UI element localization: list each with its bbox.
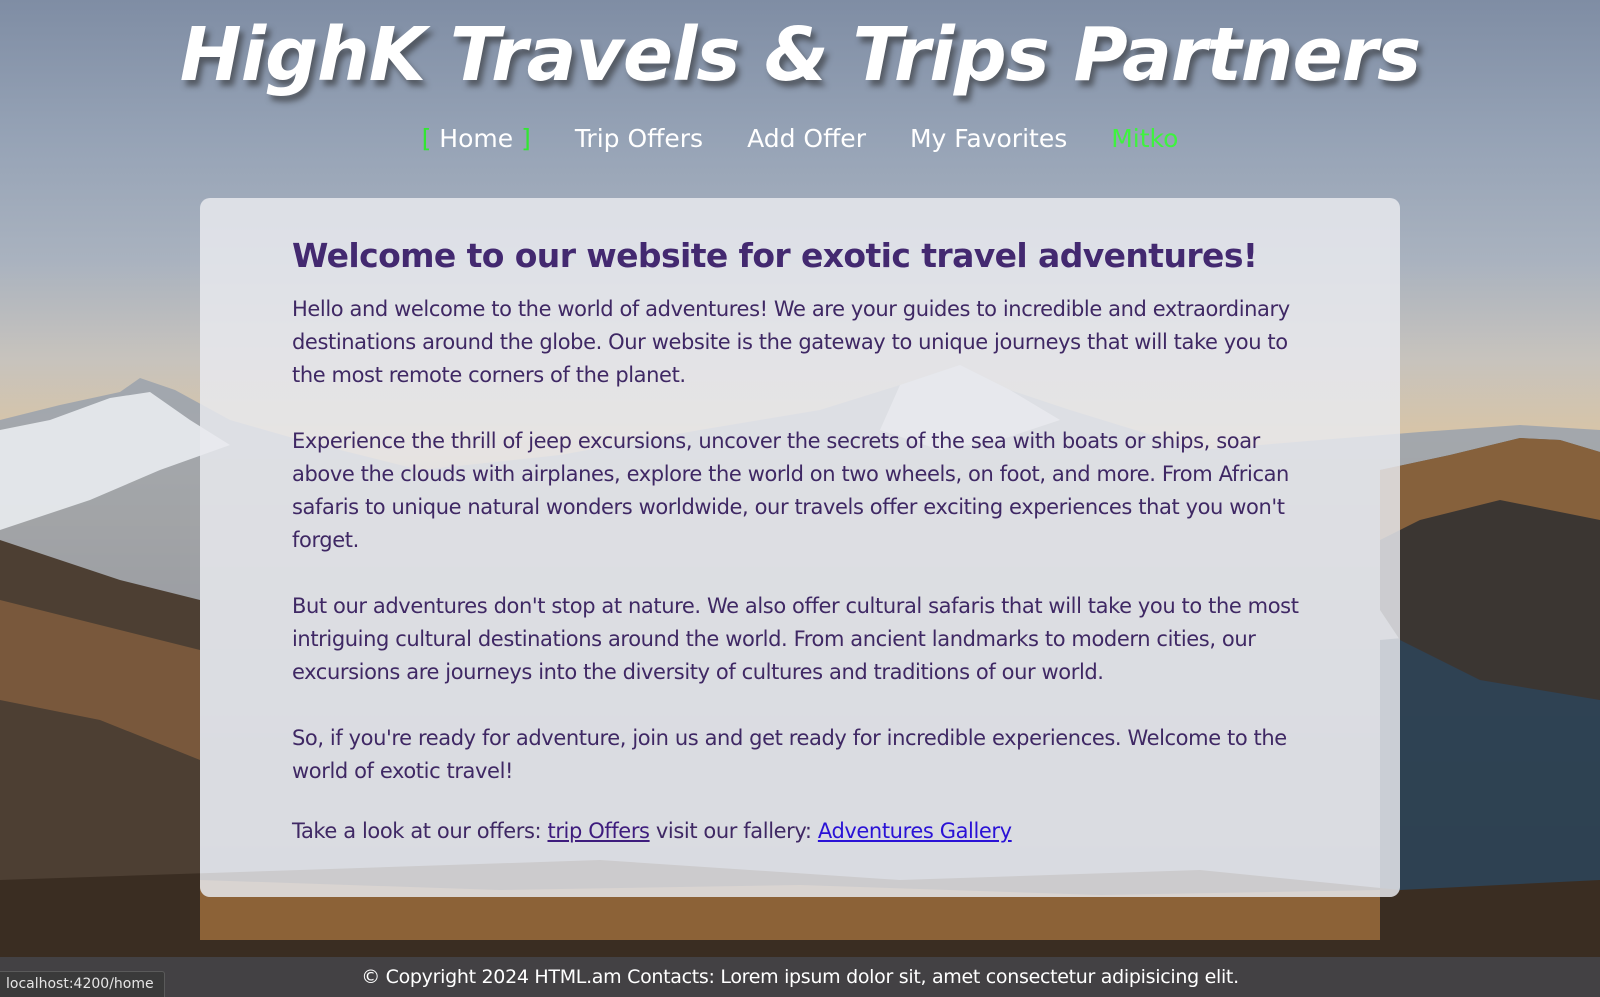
- adventures-gallery-link[interactable]: Adventures Gallery: [818, 819, 1012, 843]
- cultural-paragraph: But our adventures don't stop at nature.…: [292, 594, 1299, 684]
- nav-my-favorites[interactable]: My Favorites: [910, 124, 1067, 153]
- intro-paragraph: Hello and welcome to the world of advent…: [292, 297, 1290, 387]
- site-title: HighK Travels & Trips Partners: [179, 12, 1421, 98]
- nav-home-bracket-open: [: [421, 124, 432, 153]
- footer: © Copyright 2024 HTML.am Contacts: Lorem…: [0, 957, 1600, 997]
- gallery-prefix: visit our fallery:: [655, 819, 812, 843]
- footer-copyright: © Copyright 2024 HTML.am Contacts: Lorem…: [361, 966, 1239, 988]
- experiences-paragraph: Experience the thrill of jeep excursions…: [292, 429, 1289, 552]
- main-nav: [ Home ] Trip Offers Add Offer My Favori…: [0, 124, 1600, 153]
- nav-trip-offers[interactable]: Trip Offers: [575, 124, 703, 153]
- nav-home-label: Home: [439, 124, 514, 153]
- nav-home-bracket-close: ]: [521, 124, 531, 153]
- nav-add-offer[interactable]: Add Offer: [747, 124, 866, 153]
- offers-prefix: Take a look at our offers:: [292, 819, 542, 843]
- invitation-paragraph: So, if you're ready for adventure, join …: [292, 726, 1287, 783]
- welcome-heading: Welcome to our website for exotic travel…: [292, 236, 1258, 275]
- welcome-card: Welcome to our website for exotic travel…: [200, 198, 1400, 897]
- offers-line: Take a look at our offers: trip Offers v…: [292, 815, 1308, 848]
- trip-offers-link[interactable]: trip Offers: [547, 819, 650, 843]
- nav-user-profile[interactable]: Mitko: [1111, 124, 1178, 153]
- status-bar-url: localhost:4200/home: [0, 971, 165, 997]
- nav-home[interactable]: [ Home ]: [422, 124, 531, 153]
